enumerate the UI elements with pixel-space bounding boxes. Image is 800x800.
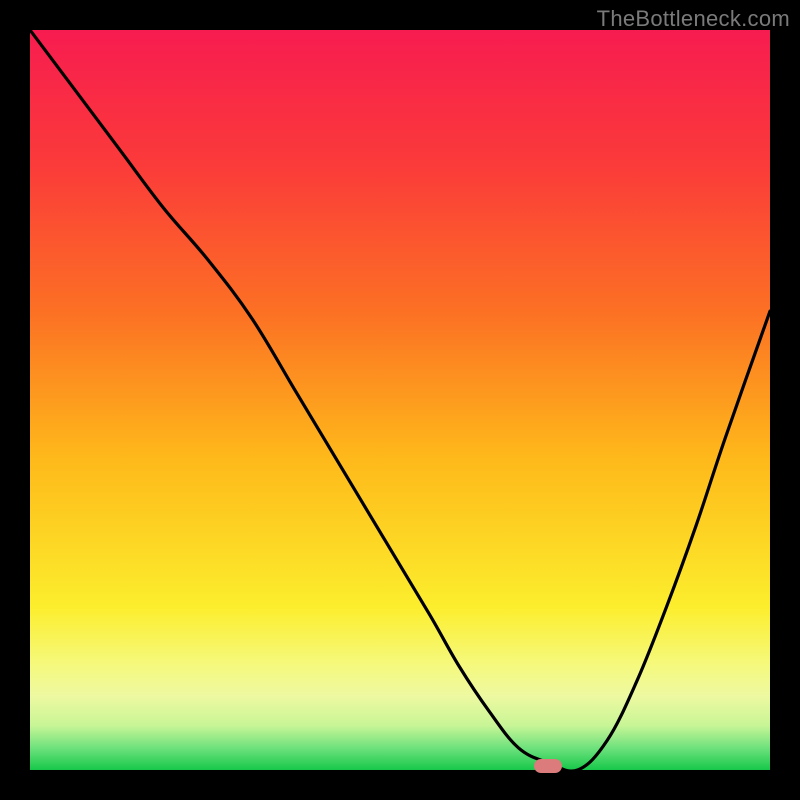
chart-frame: TheBottleneck.com xyxy=(0,0,800,800)
bottleneck-curve xyxy=(30,30,770,770)
plot-area xyxy=(30,30,770,770)
watermark-text: TheBottleneck.com xyxy=(597,6,790,32)
optimal-point-marker xyxy=(534,759,562,773)
